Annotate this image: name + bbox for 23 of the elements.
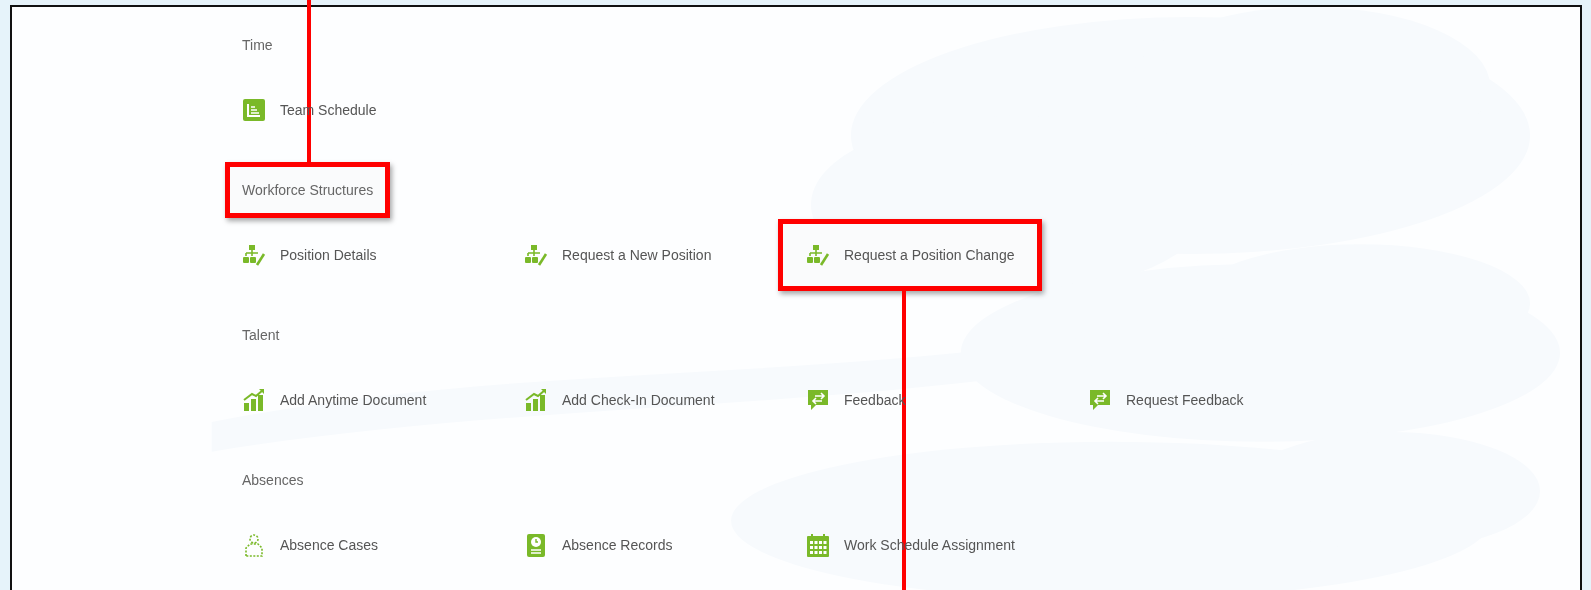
person-outline-icon: [242, 533, 266, 557]
task-link[interactable]: Absence Cases: [214, 509, 407, 581]
clock-card-icon: [524, 533, 548, 557]
org-chart-icon: [524, 243, 548, 267]
schedule-icon: [242, 98, 266, 122]
task-link[interactable]: Request Feedback: [1060, 364, 1272, 436]
bar-chart-icon: [242, 388, 266, 412]
org-chart-icon: [242, 243, 266, 267]
bar-chart-icon: [524, 388, 548, 412]
task-link[interactable]: Add Check-In Document: [496, 364, 743, 436]
calendar-icon: [806, 533, 830, 557]
section-heading: Workforce Structures: [225, 162, 391, 218]
section-heading: Time: [241, 36, 274, 55]
chat-arrows-icon: [806, 388, 830, 412]
chat-arrows-icon: [1088, 388, 1112, 412]
task-link[interactable]: Absence Records: [496, 509, 701, 581]
task-link[interactable]: Request a Position Change: [778, 219, 1043, 291]
section-heading: Talent: [241, 326, 281, 345]
task-link[interactable]: Add Anytime Document: [214, 364, 455, 436]
org-chart-icon: [806, 243, 830, 267]
task-link[interactable]: Position Details: [214, 219, 405, 291]
task-link[interactable]: Request a New Position: [496, 219, 740, 291]
section-heading: Absences: [241, 471, 305, 490]
